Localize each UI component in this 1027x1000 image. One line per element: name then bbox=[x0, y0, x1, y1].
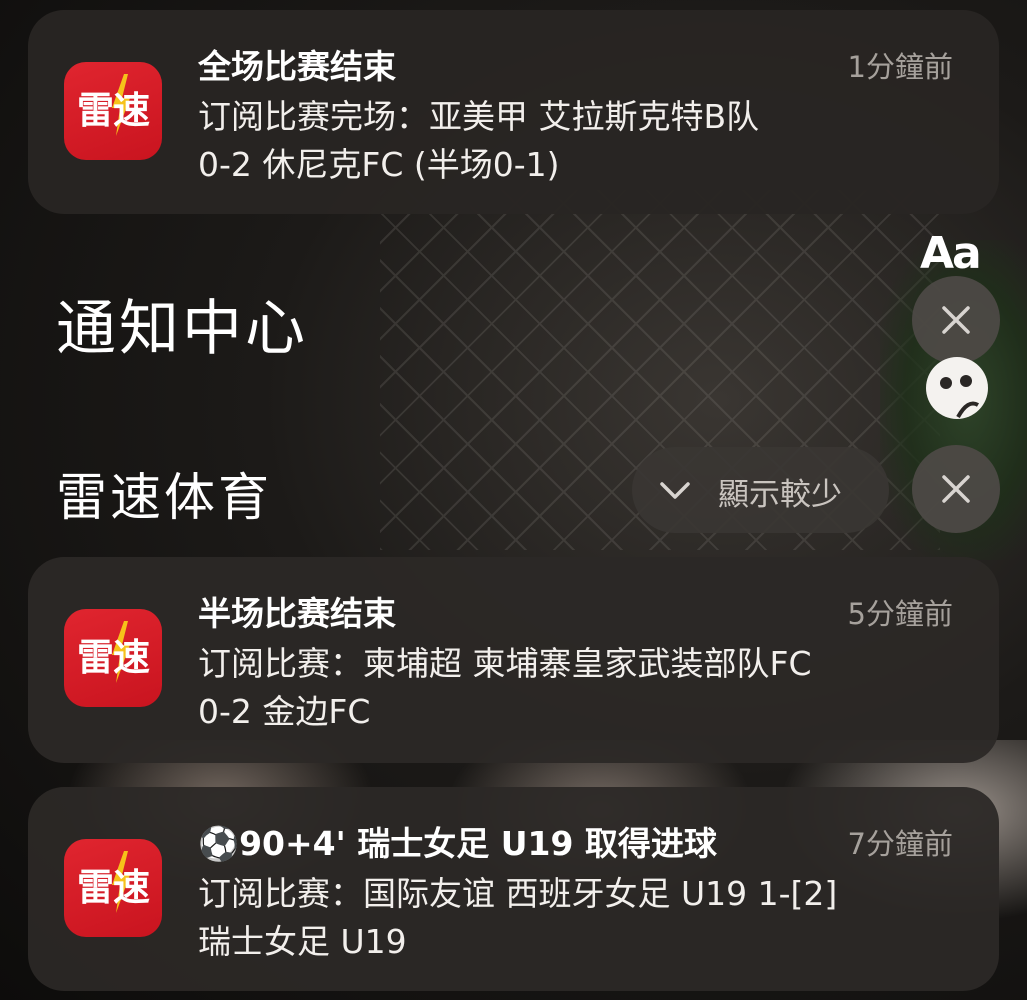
notification-card-goal[interactable]: 雷速 ⚽90+4' 瑞士女足 U19 取得进球 7分鐘前 订阅比赛：国际友谊 西… bbox=[28, 787, 999, 991]
text-size-button[interactable]: Aa bbox=[920, 228, 982, 279]
notification-time: 1分鐘前 bbox=[847, 50, 953, 84]
leisu-app-icon: 雷速 bbox=[64, 609, 162, 707]
show-less-label: 顯示較少 bbox=[718, 477, 842, 513]
notification-time: 5分鐘前 bbox=[847, 597, 953, 631]
leisu-app-icon: 雷速 bbox=[64, 839, 162, 937]
notification-body-line-1: 订阅比赛：国际友谊 西班牙女足 U19 1-[2] bbox=[198, 874, 838, 913]
notification-center-title: 通知中心 bbox=[56, 294, 308, 364]
notification-card-full-time[interactable]: 雷速 全场比赛结束 1分鐘前 订阅比赛完场：亚美甲 艾拉斯克特B队 0-2 休尼… bbox=[28, 10, 999, 214]
notification-body-line-1: 订阅比赛完场：亚美甲 艾拉斯克特B队 bbox=[198, 97, 760, 136]
app-icon-label: 雷速 bbox=[77, 89, 150, 132]
show-less-button[interactable]: 顯示較少 bbox=[632, 447, 889, 533]
app-group-title: 雷速体育 bbox=[56, 469, 273, 528]
notification-title: 半场比赛结束 bbox=[198, 594, 396, 633]
notification-card-half-time[interactable]: 雷速 半场比赛结束 5分鐘前 订阅比赛：柬埔超 柬埔寨皇家武装部队FC 0-2 … bbox=[28, 557, 999, 763]
close-icon bbox=[942, 475, 970, 503]
notification-body-line-2: 瑞士女足 U19 bbox=[198, 922, 407, 961]
notification-title: ⚽90+4' 瑞士女足 U19 取得进球 bbox=[198, 824, 717, 863]
chevron-down-icon bbox=[660, 482, 690, 499]
sticker-face-icon bbox=[926, 357, 988, 419]
app-icon-label: 雷速 bbox=[77, 866, 150, 909]
notification-title: 全场比赛结束 bbox=[198, 47, 396, 86]
notification-body-line-2: 0-2 休尼克FC (半场0-1) bbox=[198, 145, 560, 184]
app-icon-label: 雷速 bbox=[77, 636, 150, 679]
notification-body-line-2: 0-2 金边FC bbox=[198, 692, 371, 731]
notification-time: 7分鐘前 bbox=[847, 827, 953, 861]
clear-group-button[interactable] bbox=[912, 445, 1000, 533]
notification-body-line-1: 订阅比赛：柬埔超 柬埔寨皇家武装部队FC bbox=[198, 644, 812, 683]
close-icon bbox=[942, 306, 970, 334]
leisu-app-icon: 雷速 bbox=[64, 62, 162, 160]
clear-all-button[interactable] bbox=[912, 276, 1000, 364]
